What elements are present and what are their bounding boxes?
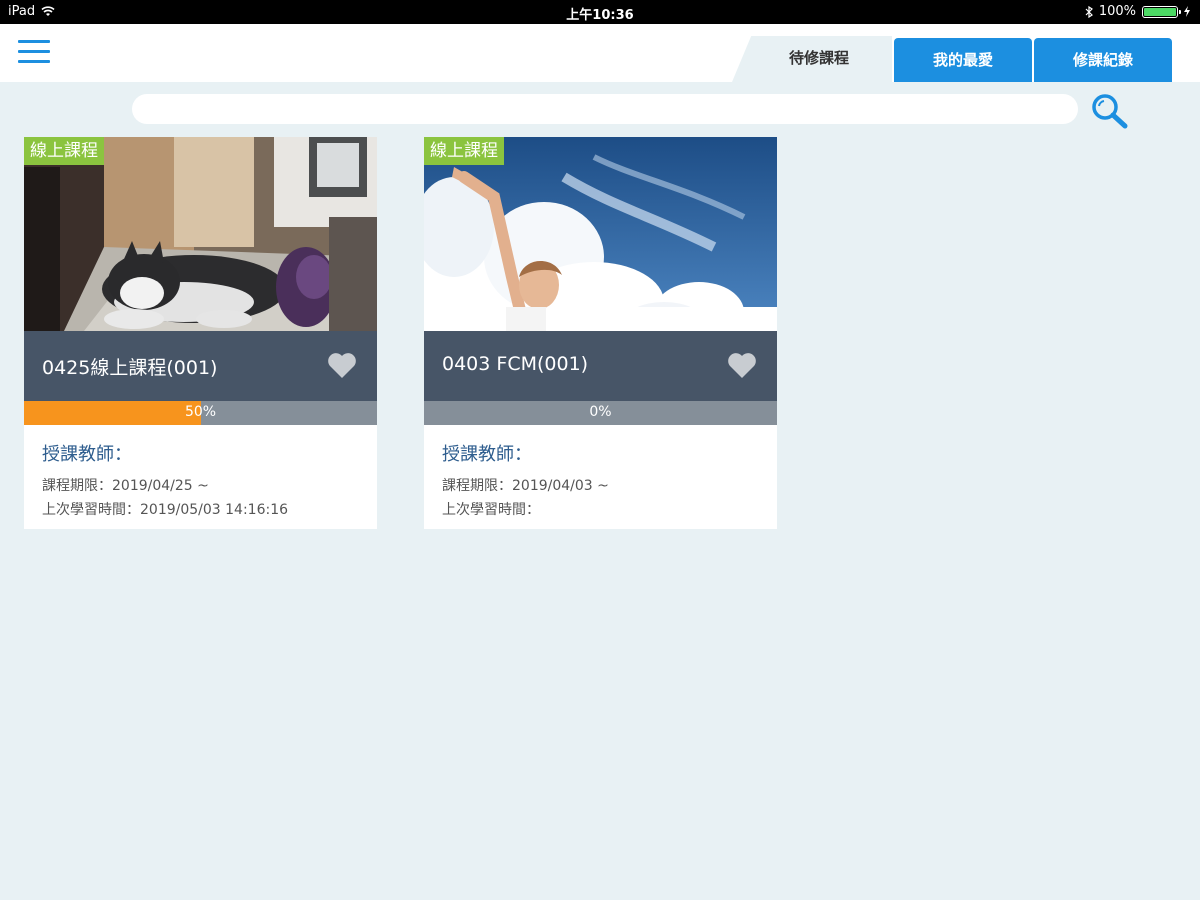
battery-icon — [1142, 5, 1181, 18]
course-title[interactable]: 0425線上課程(001) — [42, 353, 217, 380]
status-time: 上午10:36 — [566, 8, 634, 23]
app-header: 待修課程 我的最愛 修課紀錄 — [0, 24, 1200, 82]
progress-label: 50% — [184, 404, 217, 420]
course-thumbnail: 線上課程 — [424, 137, 777, 331]
teacher-label: 授課教師： — [442, 444, 532, 465]
course-period: 課程期限：2019/04/25 ~ — [42, 478, 209, 494]
progress-label: 0% — [589, 404, 612, 420]
course-thumbnail: 線上課程 — [24, 137, 377, 331]
last-study-time: 上次學習時間： — [442, 502, 540, 518]
course-period: 課程期限：2019/04/03 ~ — [442, 478, 609, 494]
charging-icon — [1184, 6, 1190, 17]
hamburger-menu-icon[interactable] — [18, 40, 50, 66]
heart-icon[interactable] — [727, 351, 757, 379]
tab-favorites[interactable]: 我的最愛 — [894, 38, 1032, 82]
status-bar-right: 100% — [1085, 4, 1190, 19]
heart-icon[interactable] — [327, 351, 357, 379]
battery-fill — [1144, 7, 1176, 16]
course-title[interactable]: 0403 FCM(001) — [442, 353, 588, 375]
course-title-bar: 0425線上課程(001) — [24, 331, 377, 401]
tab-pending-courses[interactable]: 待修課程 — [732, 36, 892, 82]
search-input[interactable] — [132, 94, 1078, 124]
battery-percent: 100% — [1098, 4, 1136, 19]
search-icon[interactable] — [1090, 92, 1130, 130]
progress-bar: 50% — [24, 401, 377, 425]
progress-bar: 0% — [424, 401, 777, 425]
course-card[interactable]: 線上課程 0403 FCM(001) 0% 授課教師： 課程期限：2019/04… — [424, 137, 777, 529]
course-title-bar: 0403 FCM(001) — [424, 331, 777, 401]
status-bar: iPad 上午10:36 100% — [0, 0, 1200, 24]
teacher-label: 授課教師： — [42, 444, 132, 465]
online-course-badge: 線上課程 — [424, 137, 504, 165]
bluetooth-icon — [1085, 5, 1093, 18]
online-course-badge: 線上課程 — [24, 137, 104, 165]
tab-bar: 待修課程 我的最愛 修課紀錄 — [732, 36, 1172, 82]
course-card[interactable]: 線上課程 0425線上課程(001) 50% 授課教師： 課程期限：2019/0… — [24, 137, 377, 529]
last-study-time: 上次學習時間：2019/05/03 14:16:16 — [42, 502, 289, 518]
tab-course-history[interactable]: 修課紀錄 — [1034, 38, 1172, 82]
